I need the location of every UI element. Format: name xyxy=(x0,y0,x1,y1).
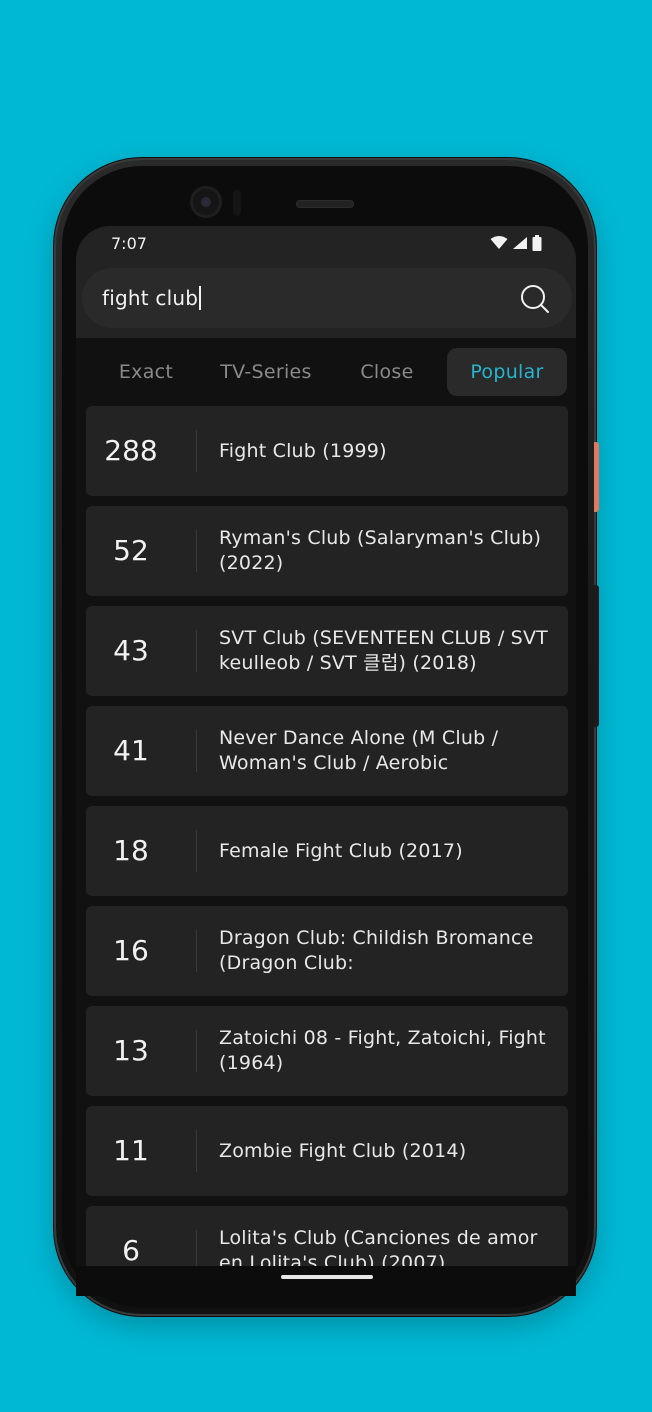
result-row[interactable]: 16 Dragon Club: Childish Bromance (Drago… xyxy=(86,906,568,996)
filter-tabs: Exact TV-Series Close Popular xyxy=(86,348,568,396)
result-count: 18 xyxy=(113,834,149,867)
front-camera xyxy=(190,186,222,218)
divider xyxy=(196,1230,197,1266)
result-title: Dragon Club: Childish Bromance (Dragon C… xyxy=(219,927,534,974)
search-icon[interactable] xyxy=(520,284,550,314)
divider xyxy=(196,530,197,572)
result-count: 16 xyxy=(113,934,149,967)
result-title: Never Dance Alone (M Club / Woman's Club… xyxy=(219,727,499,774)
search-input[interactable]: fight club xyxy=(102,286,198,310)
result-title: Zombie Fight Club (2014) xyxy=(219,1139,467,1162)
divider xyxy=(196,830,197,872)
earpiece-speaker xyxy=(296,200,354,208)
signal-icon xyxy=(513,237,527,249)
battery-icon xyxy=(532,235,542,251)
proximity-sensor xyxy=(233,190,241,216)
divider xyxy=(196,1030,197,1072)
result-title: SVT Club (SEVENTEEN CLUB / SVT keulleob … xyxy=(219,627,548,674)
tab-exact[interactable]: Exact xyxy=(98,348,194,396)
tab-close[interactable]: Close xyxy=(340,348,434,396)
status-icons xyxy=(490,235,542,251)
result-count: 13 xyxy=(113,1034,149,1067)
result-row[interactable]: 288 Fight Club (1999) xyxy=(86,406,568,496)
result-row[interactable]: 13 Zatoichi 08 - Fight, Zatoichi, Fight … xyxy=(86,1006,568,1096)
power-button xyxy=(594,442,599,512)
result-row[interactable]: 11 Zombie Fight Club (2014) xyxy=(86,1106,568,1196)
volume-button xyxy=(594,585,599,727)
divider xyxy=(196,930,197,972)
search-field[interactable]: fight club xyxy=(82,268,572,328)
divider xyxy=(196,730,197,772)
divider xyxy=(196,430,197,472)
tab-popular[interactable]: Popular xyxy=(447,348,567,396)
result-title: Fight Club (1999) xyxy=(219,439,387,462)
search-bar-container: fight club xyxy=(76,262,576,338)
result-count: 6 xyxy=(122,1234,140,1266)
app-screen: 7:07 fight club Exact TV-Series Close Po… xyxy=(76,226,576,1266)
result-row[interactable]: 52 Ryman's Club (Salaryman's Club) (2022… xyxy=(86,506,568,596)
result-title: Zatoichi 08 - Fight, Zatoichi, Fight (19… xyxy=(219,1027,546,1074)
result-count: 41 xyxy=(113,734,149,767)
result-title: Lolita's Club (Canciones de amor en Loli… xyxy=(219,1227,538,1266)
result-count: 52 xyxy=(113,534,149,567)
result-row[interactable]: 43 SVT Club (SEVENTEEN CLUB / SVT keulle… xyxy=(86,606,568,696)
status-bar: 7:07 xyxy=(76,226,576,262)
result-count: 43 xyxy=(113,634,149,667)
result-count: 11 xyxy=(113,1134,149,1167)
status-time: 7:07 xyxy=(111,234,147,253)
text-cursor xyxy=(199,286,201,310)
home-indicator[interactable] xyxy=(281,1275,373,1279)
wifi-icon xyxy=(490,236,508,249)
result-title: Ryman's Club (Salaryman's Club) (2022) xyxy=(219,527,542,574)
navigation-bar xyxy=(76,1266,576,1296)
result-row[interactable]: 6 Lolita's Club (Canciones de amor en Lo… xyxy=(86,1206,568,1266)
result-row[interactable]: 41 Never Dance Alone (M Club / Woman's C… xyxy=(86,706,568,796)
tab-tv-series[interactable]: TV-Series xyxy=(208,348,324,396)
result-count: 288 xyxy=(104,434,158,467)
divider xyxy=(196,630,197,672)
result-row[interactable]: 18 Female Fight Club (2017) xyxy=(86,806,568,896)
divider xyxy=(196,1130,197,1172)
result-title: Female Fight Club (2017) xyxy=(219,839,463,862)
